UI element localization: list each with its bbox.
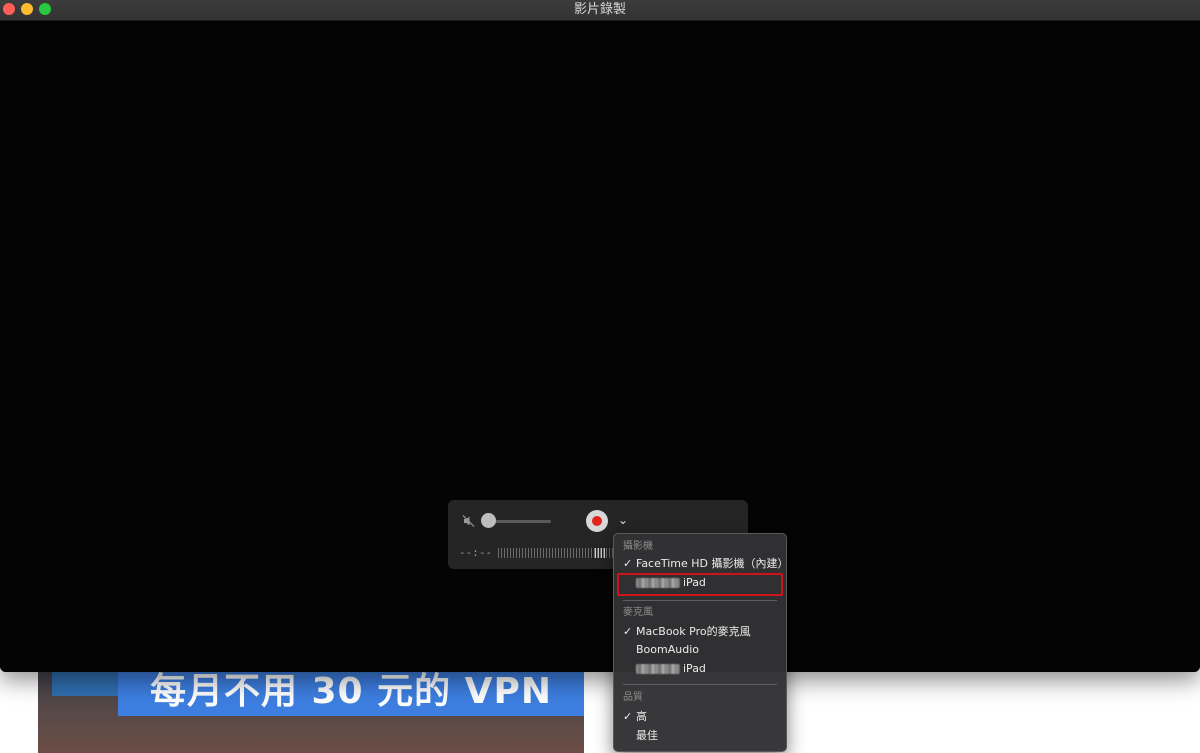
menu-item-label: 最佳 xyxy=(636,729,658,742)
menu-item-label: FaceTime HD 攝影機（內建） xyxy=(636,557,789,570)
redacted-device-name xyxy=(636,664,680,674)
audio-level-indicator xyxy=(595,548,605,558)
checkmark-icon: ✓ xyxy=(623,710,633,723)
menu-divider xyxy=(623,684,777,685)
window-title: 影片錄製 xyxy=(573,2,626,17)
timecode: --:-- xyxy=(459,546,493,559)
options-menu: 攝影機 ✓ FaceTime HD 攝影機（內建） iPad 麥克風 ✓ Mac… xyxy=(613,533,789,752)
chevron-down-icon[interactable]: ⌄ xyxy=(617,512,629,528)
menu-section-microphone: 麥克風 xyxy=(623,607,653,618)
menu-item-label: 高 xyxy=(636,710,647,723)
menu-item-label-wrap: iPad xyxy=(636,660,706,678)
menu-divider xyxy=(623,600,777,601)
menu-item-macbook-mic[interactable]: ✓ MacBook Pro的麥克風 xyxy=(614,623,786,641)
record-button[interactable] xyxy=(586,510,608,532)
video-preview xyxy=(0,21,1200,672)
menu-item-ipad-mic[interactable]: iPad xyxy=(614,660,786,678)
thumbnail-banner: 每月不用 30 元的 VPN xyxy=(118,668,584,716)
menu-section-camera: 攝影機 xyxy=(623,541,653,552)
menu-item-quality-best[interactable]: 最佳 xyxy=(614,727,786,745)
record-icon xyxy=(592,516,602,526)
menu-section-quality: 品質 xyxy=(623,692,643,703)
checkmark-icon: ✓ xyxy=(623,625,633,638)
annotation-highlight-box xyxy=(617,573,783,596)
speaker-muted-icon[interactable] xyxy=(462,514,476,528)
menu-item-label: MacBook Pro的麥克風 xyxy=(636,625,751,638)
volume-slider-knob[interactable] xyxy=(481,513,496,528)
menu-item-facetime-camera[interactable]: ✓ FaceTime HD 攝影機（內建） xyxy=(614,555,789,573)
menu-item-quality-high[interactable]: ✓ 高 xyxy=(614,708,786,726)
title-bar[interactable]: 影片錄製 xyxy=(0,0,1200,21)
menu-item-label: BoomAudio xyxy=(636,643,699,656)
menu-item-label: iPad xyxy=(683,662,706,675)
article-thumbnail[interactable]: 每月不用 30 元的 VPN xyxy=(38,660,584,753)
volume-slider-track[interactable] xyxy=(488,520,551,523)
menu-item-boomaudio[interactable]: BoomAudio xyxy=(614,641,786,659)
checkmark-icon: ✓ xyxy=(623,557,633,570)
quicktime-window: 影片錄製 xyxy=(0,0,1200,672)
